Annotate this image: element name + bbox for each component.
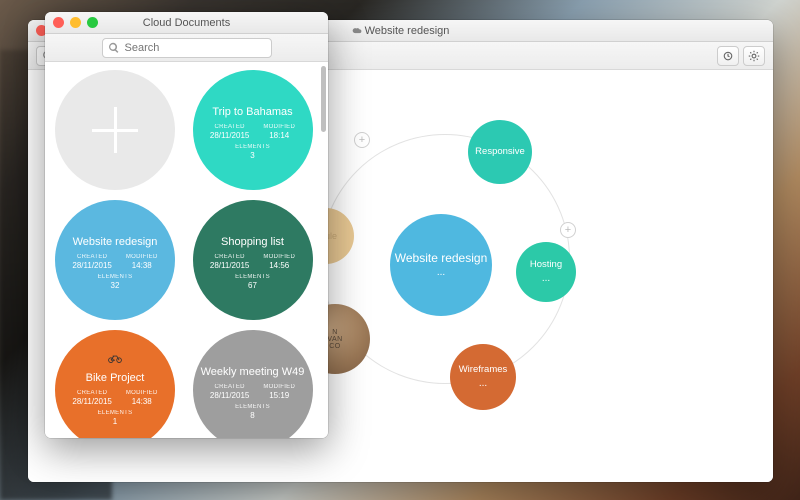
- panel-toolbar: [45, 34, 328, 62]
- created-label: CREATED: [214, 124, 244, 130]
- node-label: Responsive: [475, 147, 525, 158]
- modified-label: MODIFIED: [263, 384, 295, 390]
- elements-value: 3: [250, 151, 254, 160]
- desktop-wallpaper: Website redesign + + + NVANCO: [0, 0, 800, 500]
- modified-value: 14:56: [269, 261, 289, 270]
- modified-label: MODIFIED: [263, 254, 295, 260]
- created-value: 28/11/2015: [72, 261, 111, 270]
- elements-label: ELEMENTS: [98, 410, 133, 416]
- modified-value: 15:19: [269, 391, 289, 400]
- add-node-button[interactable]: +: [560, 222, 576, 238]
- elements-value: 8: [250, 411, 254, 420]
- elements-value: 1: [113, 417, 117, 426]
- created-value: 28/11/2015: [210, 261, 249, 270]
- node-hosting[interactable]: Hosting ...: [516, 242, 576, 302]
- search-icon: [108, 42, 120, 54]
- doc-title: Trip to Bahamas: [212, 106, 292, 118]
- created-label: CREATED: [214, 384, 244, 390]
- node-wireframes[interactable]: Wireframes ...: [450, 344, 516, 410]
- scrollbar-thumb[interactable]: [321, 66, 326, 132]
- document-bubble[interactable]: Bike Project CREATED28/11/2015 MODIFIED14:…: [55, 330, 175, 438]
- cloud-documents-window: Cloud Documents Trip to BahamasCREATED28…: [45, 12, 328, 438]
- node-more: ...: [479, 378, 487, 389]
- modified-label: MODIFIED: [126, 390, 158, 396]
- document-bubble[interactable]: Shopping list CREATED28/11/2015 MODIFIED14…: [193, 200, 313, 320]
- gear-icon: [748, 50, 760, 62]
- created-label: CREATED: [77, 254, 107, 260]
- panel-search[interactable]: [102, 38, 272, 58]
- node-more: ...: [542, 273, 550, 284]
- share-button[interactable]: [717, 46, 739, 66]
- doc-title: Weekly meeting W49: [201, 366, 305, 378]
- created-label: CREATED: [214, 254, 244, 260]
- modified-label: MODIFIED: [126, 254, 158, 260]
- created-value: 28/11/2015: [210, 131, 249, 140]
- panel-search-input[interactable]: [125, 42, 265, 54]
- panel-window-title: Cloud Documents: [45, 17, 328, 29]
- document-bubble[interactable]: Website redesign CREATED28/11/2015 MODIFIE…: [55, 200, 175, 320]
- document-bubble[interactable]: Trip to Bahamas CREATED28/11/2015 MODIFIED…: [193, 70, 313, 190]
- add-node-button[interactable]: +: [354, 132, 370, 148]
- doc-title: Bike Project: [86, 372, 145, 384]
- elements-value: 32: [111, 281, 120, 290]
- modified-label: MODIFIED: [263, 124, 295, 130]
- node-label: Wireframes: [459, 365, 508, 376]
- node-more: ...: [437, 267, 445, 278]
- doc-title: Website redesign: [73, 236, 158, 248]
- share-icon: [722, 50, 734, 62]
- center-node[interactable]: Website redesign ...: [390, 214, 492, 316]
- documents-grid: Trip to BahamasCREATED28/11/2015MODIFIED…: [45, 62, 328, 438]
- doc-title: Shopping list: [221, 236, 284, 248]
- modified-value: 18:14: [269, 131, 289, 140]
- modified-value: 14:38: [132, 397, 152, 406]
- created-value: 28/11/2015: [72, 397, 111, 406]
- node-label: Website redesign: [395, 252, 488, 266]
- node-label: Hosting: [530, 260, 562, 271]
- panel-titlebar[interactable]: Cloud Documents: [45, 12, 328, 34]
- elements-label: ELEMENTS: [235, 144, 270, 150]
- new-document-button[interactable]: [55, 70, 175, 190]
- elements-label: ELEMENTS: [235, 274, 270, 280]
- cloud-icon: [352, 25, 362, 35]
- modified-value: 14:38: [132, 261, 152, 270]
- settings-button[interactable]: [743, 46, 765, 66]
- elements-label: ELEMENTS: [98, 274, 133, 280]
- elements-value: 67: [248, 281, 257, 290]
- bike-icon: [108, 354, 122, 364]
- documents-scroll[interactable]: Trip to BahamasCREATED28/11/2015MODIFIED…: [45, 62, 328, 438]
- node-responsive[interactable]: Responsive: [468, 120, 532, 184]
- elements-label: ELEMENTS: [235, 404, 270, 410]
- document-bubble[interactable]: Weekly meeting W49 CREATED28/11/2015 MODIF…: [193, 330, 313, 438]
- created-value: 28/11/2015: [210, 391, 249, 400]
- created-label: CREATED: [77, 390, 107, 396]
